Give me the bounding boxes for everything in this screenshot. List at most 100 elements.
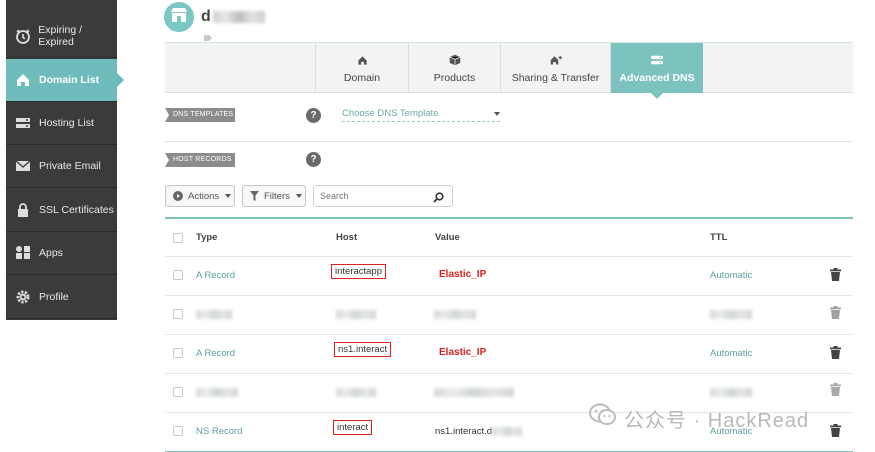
column-header-ttl: TTL xyxy=(710,232,728,243)
row-divider xyxy=(165,373,853,374)
redacted-host xyxy=(336,388,376,397)
sidebar-item-label: Apps xyxy=(39,247,63,259)
column-header-host: Host xyxy=(336,232,358,243)
record-value[interactable]: ns1.interact.d xyxy=(435,426,492,437)
record-host[interactable]: interactapp xyxy=(331,264,387,279)
row-divider xyxy=(165,295,853,296)
domain-name-redacted xyxy=(213,11,265,23)
search-input[interactable] xyxy=(314,186,424,206)
record-ttl[interactable]: Automatic xyxy=(710,270,752,281)
dns-templates-label: DNS TEMPLATES xyxy=(165,108,235,122)
filters-button[interactable]: Filters xyxy=(242,185,306,207)
dns-template-select[interactable]: Choose DNS Template xyxy=(342,108,500,122)
home-icon xyxy=(357,52,368,68)
tab-advanced-dns[interactable]: Advanced DNS xyxy=(610,43,703,99)
search-box xyxy=(313,185,453,207)
actions-button[interactable]: Actions xyxy=(165,185,235,207)
table-header-line xyxy=(165,217,853,219)
record-value[interactable]: Elastic_IP xyxy=(439,347,486,358)
domain-tabs: Domain Products Sharing & Transfer Advan… xyxy=(165,42,853,99)
filters-button-label: Filters xyxy=(264,190,290,202)
row-divider xyxy=(165,256,853,257)
apps-icon xyxy=(14,244,32,262)
domain-name: d xyxy=(201,8,211,25)
row-checkbox[interactable] xyxy=(173,387,183,397)
host-records-label: HOST RECORDS xyxy=(165,153,235,167)
tab-domain[interactable]: Domain xyxy=(315,43,408,93)
tab-products[interactable]: Products xyxy=(408,43,500,93)
redacted-ttl xyxy=(710,310,752,319)
dns-template-select-value: Choose DNS Template xyxy=(342,108,439,119)
column-header-value: Value xyxy=(435,232,460,243)
row-checkbox[interactable] xyxy=(173,426,183,436)
record-host[interactable]: interact xyxy=(333,420,373,435)
sidebar-item-apps[interactable]: Apps xyxy=(6,232,117,275)
row-checkbox[interactable] xyxy=(173,270,183,280)
sidebar-item-hosting-list[interactable]: Hosting List xyxy=(6,102,117,145)
tab-label: Products xyxy=(433,72,476,84)
watermark: 公众号 · HackRead xyxy=(588,402,809,434)
redacted-type xyxy=(196,310,232,319)
sidebar-item-domain-list[interactable]: Domain List xyxy=(6,59,124,102)
record-ttl[interactable]: Automatic xyxy=(710,348,752,359)
share-home-icon xyxy=(549,52,563,68)
redacted-value-suffix xyxy=(492,427,522,436)
store-icon xyxy=(170,7,188,28)
chevron-down-icon xyxy=(295,194,302,198)
redacted-host xyxy=(336,310,376,319)
tab-sharing-transfer[interactable]: Sharing & Transfer xyxy=(500,43,610,93)
row-checkbox[interactable] xyxy=(173,309,183,319)
watermark-text: 公众号 · HackRead xyxy=(624,409,810,432)
record-value[interactable]: Elastic_IP xyxy=(439,269,486,280)
section-divider xyxy=(165,141,853,142)
chevron-down-icon xyxy=(225,194,232,198)
host-records-help-icon[interactable]: ? xyxy=(306,152,321,167)
trash-icon[interactable] xyxy=(830,306,841,324)
server-icon xyxy=(14,114,32,132)
sidebar-item-ssl-certificates[interactable]: SSL Certificates xyxy=(6,189,117,232)
sidebar-item-label: Expiring / Expired xyxy=(38,24,83,48)
box-icon xyxy=(449,52,461,68)
tab-label: Advanced DNS xyxy=(619,72,695,84)
actions-button-label: Actions xyxy=(188,190,220,202)
trash-icon[interactable] xyxy=(830,424,841,442)
sidebar-item-expiring[interactable]: Expiring / Expired xyxy=(6,15,117,58)
redacted-ttl xyxy=(710,388,752,397)
redacted-type xyxy=(196,388,238,397)
chevron-down-icon xyxy=(494,112,500,116)
lock-icon xyxy=(14,201,32,219)
sidebar-item-profile[interactable]: Profile xyxy=(6,276,117,319)
record-type: A Record xyxy=(196,348,236,359)
dns-templates-help-icon[interactable]: ? xyxy=(306,108,321,123)
trash-icon[interactable] xyxy=(830,383,841,401)
home-icon xyxy=(14,71,32,89)
redacted-value xyxy=(434,388,514,397)
filter-icon xyxy=(250,191,259,201)
sidebar-item-label: SSL Certificates xyxy=(39,204,114,216)
trash-icon[interactable] xyxy=(830,268,841,286)
sidebar-item-label: Private Email xyxy=(39,160,101,172)
trash-icon[interactable] xyxy=(830,346,841,364)
record-host[interactable]: ns1.interact xyxy=(334,342,392,357)
play-icon xyxy=(173,191,183,201)
row-divider xyxy=(165,334,853,335)
redacted-value xyxy=(434,310,476,319)
gear-icon xyxy=(14,288,32,306)
record-type: NS Record xyxy=(196,426,243,437)
envelope-icon xyxy=(14,157,32,175)
tab-label: Domain xyxy=(343,72,381,84)
dns-icon xyxy=(650,52,664,68)
select-all-checkbox[interactable] xyxy=(173,233,183,243)
search-icon[interactable] xyxy=(433,190,444,208)
sidebar-item-label: Profile xyxy=(39,291,69,303)
record-type: A Record xyxy=(196,270,236,281)
domain-avatar xyxy=(164,2,194,32)
tab-label: Sharing & Transfer xyxy=(511,72,600,84)
sidebar-item-private-email[interactable]: Private Email xyxy=(6,145,117,188)
column-header-type: Type xyxy=(196,232,218,243)
sidebar-item-label: Hosting List xyxy=(39,117,94,129)
sidebar: Expiring / Expired Domain List Hosting L… xyxy=(6,0,124,320)
clock-icon xyxy=(14,27,31,45)
sidebar-item-label: Domain List xyxy=(39,74,100,86)
row-checkbox[interactable] xyxy=(173,348,183,358)
